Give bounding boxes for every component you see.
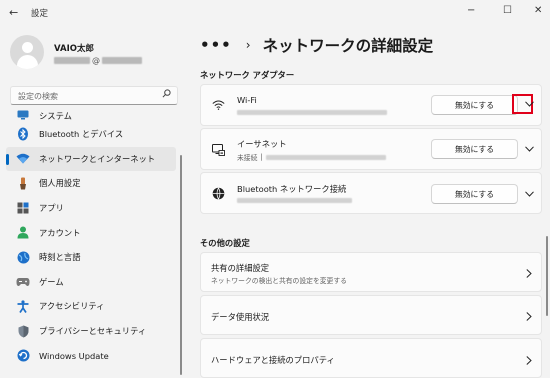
breadcrumb: ••• › ネットワークの詳細設定 bbox=[200, 34, 433, 56]
sidebar-item-privacy[interactable]: プライバシーとセキュリティ bbox=[6, 319, 176, 344]
disable-wifi-button[interactable]: 無効にする bbox=[431, 95, 518, 115]
accessibility-icon bbox=[16, 299, 30, 313]
minimize-button[interactable]: − bbox=[467, 5, 475, 16]
section-title-adapters: ネットワーク アダプター bbox=[200, 70, 295, 80]
disable-ethernet-button[interactable]: 無効にする bbox=[431, 139, 518, 159]
sidebar-item-label: アクセシビリティ bbox=[39, 301, 105, 312]
sidebar-item-apps[interactable]: アプリ bbox=[6, 196, 176, 221]
app-title: 設定 bbox=[31, 9, 49, 19]
content-scrollbar[interactable] bbox=[546, 236, 548, 316]
bluetooth-icon bbox=[16, 127, 30, 141]
sidebar-item-accessibility[interactable]: アクセシビリティ bbox=[6, 294, 176, 319]
update-icon bbox=[16, 349, 30, 363]
adapter-name: イーサネット bbox=[237, 139, 287, 149]
sidebar-item-system[interactable]: システム bbox=[6, 110, 176, 122]
sidebar-item-personalization[interactable]: 個人用設定 bbox=[6, 171, 176, 196]
ethernet-icon bbox=[211, 143, 225, 157]
setting-row-hardware-properties[interactable]: ハードウェアと接続のプロパティ bbox=[200, 338, 542, 378]
apps-icon bbox=[16, 201, 30, 215]
back-arrow-icon[interactable]: ← bbox=[9, 6, 18, 19]
wifi-icon bbox=[211, 98, 225, 112]
shield-icon bbox=[16, 324, 30, 338]
globe-clock-icon bbox=[16, 250, 30, 264]
adapter-status bbox=[237, 198, 352, 203]
maximize-button[interactable]: ☐ bbox=[503, 5, 512, 16]
redacted-adapter-description bbox=[237, 198, 352, 203]
sidebar-item-label: アカウント bbox=[39, 227, 81, 238]
chevron-right-icon bbox=[523, 267, 535, 279]
sidebar-scrollbar[interactable] bbox=[180, 155, 182, 375]
setting-row-advanced-sharing[interactable]: 共有の詳細設定 ネットワークの検出と共有の設定を変更する bbox=[200, 252, 542, 292]
search-input[interactable]: 設定の検索 bbox=[10, 86, 178, 105]
close-button[interactable]: ✕ bbox=[534, 5, 542, 16]
adapter-status bbox=[237, 110, 387, 115]
chevron-right-icon: › bbox=[245, 38, 251, 52]
sidebar-nav: システム Bluetooth とデバイス ネットワークとインターネット 個人用設… bbox=[0, 110, 186, 368]
chevron-right-icon bbox=[523, 310, 535, 322]
adapter-status-text: 未接続 bbox=[237, 154, 258, 162]
sidebar-item-label: Windows Update bbox=[39, 350, 109, 361]
setting-row-title: ハードウェアと接続のプロパティ bbox=[211, 355, 335, 365]
setting-row-title: 共有の詳細設定 bbox=[211, 263, 270, 273]
system-icon bbox=[16, 110, 30, 122]
search-placeholder: 設定の検索 bbox=[18, 92, 58, 101]
breadcrumb-overflow-button[interactable]: ••• bbox=[200, 36, 232, 54]
title-bar: ← 設定 − ☐ ✕ bbox=[0, 0, 550, 26]
redacted-email-domain bbox=[102, 57, 142, 64]
sidebar-item-label: アプリ bbox=[39, 203, 64, 214]
sidebar-item-label: 個人用設定 bbox=[39, 178, 81, 189]
sidebar-item-accounts[interactable]: アカウント bbox=[6, 220, 176, 245]
search-icon bbox=[162, 89, 171, 101]
sidebar-item-label: システム bbox=[39, 111, 72, 121]
email-at-sign: @ bbox=[92, 56, 100, 65]
sidebar-item-time-language[interactable]: 時刻と言語 bbox=[6, 245, 176, 270]
redacted-adapter-description bbox=[265, 154, 386, 160]
setting-row-data-usage[interactable]: データ使用状況 bbox=[200, 295, 542, 335]
sidebar-item-label: ゲーム bbox=[39, 276, 64, 287]
wifi-icon bbox=[16, 152, 30, 166]
adapter-card-ethernet[interactable]: イーサネット 未接続 | 無効にする bbox=[200, 128, 542, 170]
sidebar-item-label: 時刻と言語 bbox=[39, 252, 81, 263]
chevron-down-icon[interactable] bbox=[523, 188, 535, 200]
globe-network-icon bbox=[211, 186, 225, 200]
user-name: VAIO太郎 bbox=[54, 44, 94, 54]
redacted-adapter-description bbox=[237, 110, 387, 115]
chevron-right-icon bbox=[523, 354, 535, 366]
sidebar-item-windows-update[interactable]: Windows Update bbox=[6, 343, 176, 368]
redacted-email-local bbox=[54, 57, 90, 64]
page-title: ネットワークの詳細設定 bbox=[262, 37, 434, 55]
section-title-other: その他の設定 bbox=[200, 238, 250, 248]
brush-icon bbox=[16, 176, 30, 190]
sidebar-item-gaming[interactable]: ゲーム bbox=[6, 270, 176, 295]
setting-row-title: データ使用状況 bbox=[211, 312, 270, 322]
disable-bluetooth-network-button[interactable]: 無効にする bbox=[431, 184, 518, 204]
adapter-card-wifi[interactable]: Wi-Fi 無効にする bbox=[200, 84, 542, 126]
user-email: @ bbox=[54, 56, 142, 65]
sidebar-item-label: プライバシーとセキュリティ bbox=[39, 326, 147, 337]
gamepad-icon bbox=[16, 275, 30, 289]
sidebar-item-bluetooth[interactable]: Bluetooth とデバイス bbox=[6, 122, 176, 147]
avatar[interactable] bbox=[10, 35, 44, 69]
sidebar-item-label: Bluetooth とデバイス bbox=[39, 129, 124, 140]
setting-row-subtitle: ネットワークの検出と共有の設定を変更する bbox=[211, 277, 347, 285]
chevron-down-icon[interactable] bbox=[523, 98, 535, 110]
adapter-status: 未接続 | bbox=[237, 152, 386, 162]
adapter-card-bluetooth[interactable]: Bluetooth ネットワーク接続 無効にする bbox=[200, 172, 542, 214]
sidebar-item-label: ネットワークとインターネット bbox=[39, 153, 156, 164]
chevron-down-icon[interactable] bbox=[523, 143, 535, 155]
account-icon bbox=[16, 226, 30, 240]
adapter-name: Wi-Fi bbox=[237, 95, 257, 105]
sidebar-item-network[interactable]: ネットワークとインターネット bbox=[6, 146, 176, 172]
adapter-name: Bluetooth ネットワーク接続 bbox=[237, 184, 347, 194]
